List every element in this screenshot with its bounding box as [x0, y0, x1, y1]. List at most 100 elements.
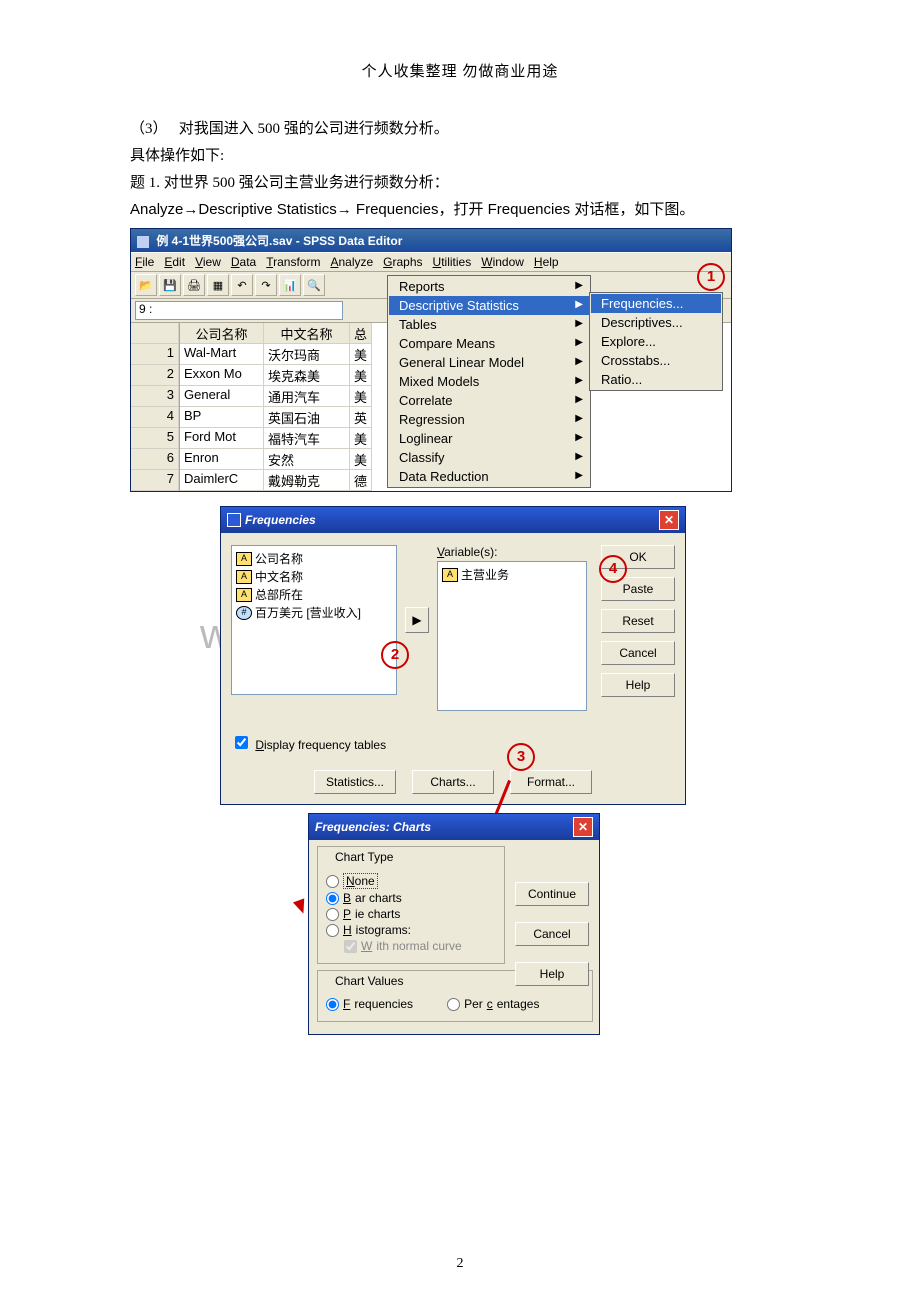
cell[interactable]: 英	[350, 407, 372, 428]
source-variable-list[interactable]: A公司名称 A中文名称 A总部所在 #百万美元 [营业收入]	[231, 545, 397, 695]
cell[interactable]: 福特汽车	[264, 428, 350, 449]
radio-histograms[interactable]: Histograms:	[326, 923, 496, 937]
continue-button[interactable]: Continue	[515, 882, 589, 906]
cell[interactable]: DaimlerC	[180, 470, 264, 491]
toolbar-open-icon[interactable]: 📂	[135, 274, 157, 296]
cancel-button[interactable]: Cancel	[515, 922, 589, 946]
menu-view[interactable]: View	[195, 255, 221, 269]
statistics-button[interactable]: Statistics...	[314, 770, 396, 794]
menu-utilities[interactable]: Utilities	[433, 255, 472, 269]
row-header-2[interactable]: 2	[131, 365, 179, 386]
col-chinese-name[interactable]: 中文名称	[264, 323, 350, 344]
cell[interactable]: 美	[350, 428, 372, 449]
menuitem-correlate[interactable]: Correlate▶	[389, 391, 589, 410]
charts-button[interactable]: Charts...	[412, 770, 494, 794]
var-item[interactable]: 公司名称	[255, 550, 303, 567]
radio-none[interactable]: None	[326, 873, 496, 889]
col-hq[interactable]: 总	[350, 323, 372, 344]
row-header-7[interactable]: 7	[131, 470, 179, 491]
toolbar-chart-icon[interactable]: 📊	[279, 274, 301, 296]
menuitem-ratio[interactable]: Ratio...	[591, 370, 721, 389]
row-header-1[interactable]: 1	[131, 344, 179, 365]
toolbar-redo-icon[interactable]: ↷	[255, 274, 277, 296]
menu-analyze[interactable]: Analyze	[330, 255, 373, 269]
row-header-5[interactable]: 5	[131, 428, 179, 449]
cell[interactable]: 沃尔玛商	[264, 344, 350, 365]
cell[interactable]: Ford Mot	[180, 428, 264, 449]
page-number: 2	[0, 1256, 920, 1272]
menuitem-compare-means[interactable]: Compare Means▶	[389, 334, 589, 353]
close-icon[interactable]: ✕	[659, 510, 679, 530]
cell[interactable]: 通用汽车	[264, 386, 350, 407]
toolbar-undo-icon[interactable]: ↶	[231, 274, 253, 296]
var-item[interactable]: 总部所在	[255, 586, 303, 603]
cell[interactable]: General	[180, 386, 264, 407]
toolbar-dialog-icon[interactable]: ▦	[207, 274, 229, 296]
menu-transform[interactable]: Transform	[266, 255, 320, 269]
frequencies-charts-dialog: Frequencies: Charts ✕ Chart Type None Ba…	[308, 813, 600, 1035]
p4-mid: Descriptive Statistics	[198, 201, 336, 218]
toolbar-find-icon[interactable]: 🔍	[303, 274, 325, 296]
target-variable-list[interactable]: A主营业务	[437, 561, 587, 711]
display-freq-tables-input[interactable]	[235, 736, 248, 749]
menu-graphs[interactable]: Graphs	[383, 255, 422, 269]
cancel-button[interactable]: Cancel	[601, 641, 675, 665]
radio-percentages[interactable]: Percentages	[447, 997, 539, 1011]
move-variable-button[interactable]: ▶	[405, 607, 429, 633]
menuitem-data-reduction[interactable]: Data Reduction▶	[389, 467, 589, 486]
menuitem-glm[interactable]: General Linear Model▶	[389, 353, 589, 372]
menuitem-classify[interactable]: Classify▶	[389, 448, 589, 467]
row-header-6[interactable]: 6	[131, 449, 179, 470]
cell[interactable]: Wal-Mart	[180, 344, 264, 365]
toolbar-print-icon[interactable]: 🖨	[183, 274, 205, 296]
menuitem-loglinear[interactable]: Loglinear▶	[389, 429, 589, 448]
chart-type-legend: Chart Type	[332, 850, 396, 864]
display-freq-tables-checkbox[interactable]: Display frequency tables	[231, 738, 386, 752]
var-item[interactable]: 主营业务	[461, 566, 509, 583]
radio-frequencies[interactable]: Frequencies	[326, 997, 413, 1011]
row-header-3[interactable]: 3	[131, 386, 179, 407]
cell-address-box[interactable]: 9 :	[135, 301, 343, 320]
cell[interactable]: 埃克森美	[264, 365, 350, 386]
menuitem-tables[interactable]: Tables▶	[389, 315, 589, 334]
cell[interactable]: 美	[350, 344, 372, 365]
menuitem-explore[interactable]: Explore...	[591, 332, 721, 351]
row-header-4[interactable]: 4	[131, 407, 179, 428]
var-item[interactable]: 中文名称	[255, 568, 303, 585]
reset-button[interactable]: Reset	[601, 609, 675, 633]
menu-data[interactable]: Data	[231, 255, 256, 269]
menu-window[interactable]: Window	[481, 255, 524, 269]
radio-pie-charts[interactable]: Pie charts	[326, 907, 496, 921]
cell[interactable]: Enron	[180, 449, 264, 470]
cell[interactable]: 德	[350, 470, 372, 491]
cell[interactable]: 美	[350, 386, 372, 407]
cell[interactable]: 美	[350, 449, 372, 470]
menuitem-frequencies[interactable]: Frequencies...	[591, 294, 721, 313]
submenu-arrow-icon: ▶	[575, 318, 583, 329]
var-item[interactable]: 百万美元 [营业收入]	[255, 604, 361, 621]
menu-file[interactable]: File	[135, 255, 154, 269]
help-button[interactable]: Help	[601, 673, 675, 697]
cell[interactable]: 英国石油	[264, 407, 350, 428]
help-button[interactable]: Help	[515, 962, 589, 986]
menu-help[interactable]: Help	[534, 255, 559, 269]
column-headers: 公司名称 中文名称 总	[180, 323, 372, 344]
menuitem-mixed-models[interactable]: Mixed Models▶	[389, 372, 589, 391]
col-company-name[interactable]: 公司名称	[180, 323, 264, 344]
menuitem-descriptives[interactable]: Descriptives...	[591, 313, 721, 332]
toolbar-save-icon[interactable]: 💾	[159, 274, 181, 296]
menuitem-reports[interactable]: Reports▶	[389, 277, 589, 296]
cell[interactable]: Exxon Mo	[180, 365, 264, 386]
cell[interactable]: 美	[350, 365, 372, 386]
cell[interactable]: 安然	[264, 449, 350, 470]
menu-edit[interactable]: Edit	[164, 255, 185, 269]
cell[interactable]: BP	[180, 407, 264, 428]
close-icon[interactable]: ✕	[573, 817, 593, 837]
scale-var-icon: #	[236, 606, 252, 620]
menuitem-regression[interactable]: Regression▶	[389, 410, 589, 429]
menuitem-descriptive-statistics[interactable]: Descriptive Statistics▶	[389, 296, 589, 315]
format-button[interactable]: Format...	[510, 770, 592, 794]
radio-bar-charts[interactable]: Bar charts	[326, 891, 496, 905]
cell[interactable]: 戴姆勒克	[264, 470, 350, 491]
menuitem-crosstabs[interactable]: Crosstabs...	[591, 351, 721, 370]
